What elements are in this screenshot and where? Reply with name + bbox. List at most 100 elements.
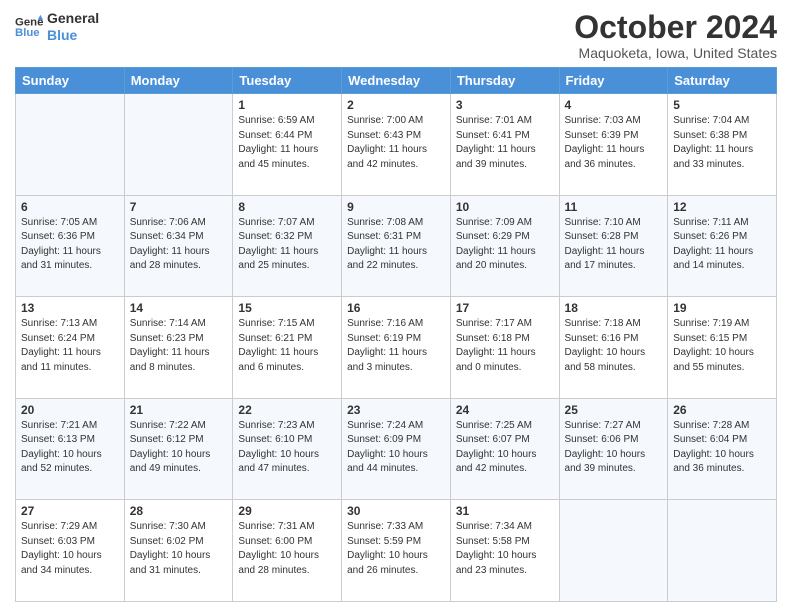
- day-number: 19: [673, 301, 771, 315]
- day-number: 3: [456, 98, 554, 112]
- weekday-header-tuesday: Tuesday: [233, 68, 342, 94]
- day-info: Sunrise: 7:27 AMSunset: 6:06 PMDaylight:…: [565, 419, 663, 477]
- logo: General Blue General Blue: [15, 10, 99, 44]
- calendar-cell: 28 Sunrise: 7:30 AMSunset: 6:02 PMDayligh…: [124, 500, 233, 602]
- calendar-cell: [124, 94, 233, 196]
- day-number: 20: [21, 403, 119, 417]
- location: Maquoketa, Iowa, United States: [574, 45, 777, 61]
- day-number: 31: [456, 504, 554, 518]
- day-info: Sunrise: 7:18 AMSunset: 6:16 PMDaylight:…: [565, 317, 663, 375]
- day-info: Sunrise: 7:01 AMSunset: 6:41 PMDaylight:…: [456, 114, 554, 172]
- day-number: 1: [238, 98, 336, 112]
- calendar-cell: 5 Sunrise: 7:04 AMSunset: 6:38 PMDaylight…: [668, 94, 777, 196]
- calendar-cell: [668, 500, 777, 602]
- day-number: 14: [130, 301, 228, 315]
- day-number: 8: [238, 200, 336, 214]
- day-info: Sunrise: 7:13 AMSunset: 6:24 PMDaylight:…: [21, 317, 119, 375]
- weekday-header-friday: Friday: [559, 68, 668, 94]
- day-info: Sunrise: 7:25 AMSunset: 6:07 PMDaylight:…: [456, 419, 554, 477]
- weekday-header-saturday: Saturday: [668, 68, 777, 94]
- day-number: 4: [565, 98, 663, 112]
- day-info: Sunrise: 7:24 AMSunset: 6:09 PMDaylight:…: [347, 419, 445, 477]
- day-info: Sunrise: 7:15 AMSunset: 6:21 PMDaylight:…: [238, 317, 336, 375]
- day-number: 26: [673, 403, 771, 417]
- day-number: 7: [130, 200, 228, 214]
- calendar-cell: 24Sunrise: 7:25 AMSunset: 6:07 PMDayligh…: [450, 398, 559, 500]
- day-info: Sunrise: 6:59 AMSunset: 6:44 PMDaylight:…: [238, 114, 336, 172]
- day-number: 25: [565, 403, 663, 417]
- calendar-cell: 3 Sunrise: 7:01 AMSunset: 6:41 PMDaylight…: [450, 94, 559, 196]
- calendar-cell: 31 Sunrise: 7:34 AMSunset: 5:58 PMDayligh…: [450, 500, 559, 602]
- day-info: Sunrise: 7:08 AMSunset: 6:31 PMDaylight:…: [347, 216, 445, 274]
- calendar-cell: 15 Sunrise: 7:15 AMSunset: 6:21 PMDayligh…: [233, 297, 342, 399]
- day-number: 2: [347, 98, 445, 112]
- calendar-header-row: SundayMondayTuesdayWednesdayThursdayFrid…: [16, 68, 777, 94]
- calendar-week-2: 6Sunrise: 7:05 AMSunset: 6:36 PMDaylight…: [16, 195, 777, 297]
- calendar-cell: 10Sunrise: 7:09 AMSunset: 6:29 PMDayligh…: [450, 195, 559, 297]
- calendar-cell: 17 Sunrise: 7:17 AMSunset: 6:18 PMDayligh…: [450, 297, 559, 399]
- day-info: Sunrise: 7:04 AMSunset: 6:38 PMDaylight:…: [673, 114, 771, 172]
- day-number: 23: [347, 403, 445, 417]
- page: General Blue General Blue October 2024 M…: [0, 0, 792, 612]
- logo-general: General: [47, 10, 99, 27]
- month-title: October 2024: [574, 10, 777, 45]
- day-number: 17: [456, 301, 554, 315]
- day-number: 22: [238, 403, 336, 417]
- calendar-table: SundayMondayTuesdayWednesdayThursdayFrid…: [15, 67, 777, 602]
- day-info: Sunrise: 7:17 AMSunset: 6:18 PMDaylight:…: [456, 317, 554, 375]
- logo-icon: General Blue: [15, 13, 43, 41]
- calendar-cell: 27 Sunrise: 7:29 AMSunset: 6:03 PMDayligh…: [16, 500, 125, 602]
- weekday-header-monday: Monday: [124, 68, 233, 94]
- day-info: Sunrise: 7:11 AMSunset: 6:26 PMDaylight:…: [673, 216, 771, 274]
- calendar-cell: 29 Sunrise: 7:31 AMSunset: 6:00 PMDayligh…: [233, 500, 342, 602]
- calendar-week-5: 27 Sunrise: 7:29 AMSunset: 6:03 PMDayligh…: [16, 500, 777, 602]
- day-number: 16: [347, 301, 445, 315]
- day-info: Sunrise: 7:29 AMSunset: 6:03 PMDaylight:…: [21, 520, 119, 578]
- weekday-header-sunday: Sunday: [16, 68, 125, 94]
- day-info: Sunrise: 7:33 AMSunset: 5:59 PMDaylight:…: [347, 520, 445, 578]
- day-number: 15: [238, 301, 336, 315]
- day-number: 29: [238, 504, 336, 518]
- calendar-cell: 16 Sunrise: 7:16 AMSunset: 6:19 PMDayligh…: [342, 297, 451, 399]
- day-info: Sunrise: 7:00 AMSunset: 6:43 PMDaylight:…: [347, 114, 445, 172]
- calendar-cell: [16, 94, 125, 196]
- calendar-cell: 6Sunrise: 7:05 AMSunset: 6:36 PMDaylight…: [16, 195, 125, 297]
- calendar-cell: 30Sunrise: 7:33 AMSunset: 5:59 PMDayligh…: [342, 500, 451, 602]
- day-info: Sunrise: 7:28 AMSunset: 6:04 PMDaylight:…: [673, 419, 771, 477]
- day-info: Sunrise: 7:03 AMSunset: 6:39 PMDaylight:…: [565, 114, 663, 172]
- calendar-cell: 23 Sunrise: 7:24 AMSunset: 6:09 PMDayligh…: [342, 398, 451, 500]
- calendar-cell: 13Sunrise: 7:13 AMSunset: 6:24 PMDayligh…: [16, 297, 125, 399]
- svg-text:Blue: Blue: [15, 27, 40, 39]
- weekday-header-wednesday: Wednesday: [342, 68, 451, 94]
- calendar-cell: 1 Sunrise: 6:59 AMSunset: 6:44 PMDaylight…: [233, 94, 342, 196]
- day-info: Sunrise: 7:23 AMSunset: 6:10 PMDaylight:…: [238, 419, 336, 477]
- calendar-cell: 8 Sunrise: 7:07 AMSunset: 6:32 PMDaylight…: [233, 195, 342, 297]
- day-info: Sunrise: 7:16 AMSunset: 6:19 PMDaylight:…: [347, 317, 445, 375]
- title-block: October 2024 Maquoketa, Iowa, United Sta…: [574, 10, 777, 61]
- day-info: Sunrise: 7:05 AMSunset: 6:36 PMDaylight:…: [21, 216, 119, 274]
- logo-blue: Blue: [47, 27, 99, 44]
- day-number: 18: [565, 301, 663, 315]
- day-info: Sunrise: 7:30 AMSunset: 6:02 PMDaylight:…: [130, 520, 228, 578]
- day-info: Sunrise: 7:31 AMSunset: 6:00 PMDaylight:…: [238, 520, 336, 578]
- day-number: 12: [673, 200, 771, 214]
- day-number: 5: [673, 98, 771, 112]
- day-info: Sunrise: 7:34 AMSunset: 5:58 PMDaylight:…: [456, 520, 554, 578]
- calendar-cell: [559, 500, 668, 602]
- calendar-cell: 21Sunrise: 7:22 AMSunset: 6:12 PMDayligh…: [124, 398, 233, 500]
- calendar-cell: 2 Sunrise: 7:00 AMSunset: 6:43 PMDaylight…: [342, 94, 451, 196]
- day-info: Sunrise: 7:10 AMSunset: 6:28 PMDaylight:…: [565, 216, 663, 274]
- calendar-cell: 26 Sunrise: 7:28 AMSunset: 6:04 PMDayligh…: [668, 398, 777, 500]
- calendar-week-3: 13Sunrise: 7:13 AMSunset: 6:24 PMDayligh…: [16, 297, 777, 399]
- day-info: Sunrise: 7:09 AMSunset: 6:29 PMDaylight:…: [456, 216, 554, 274]
- calendar-week-4: 20 Sunrise: 7:21 AMSunset: 6:13 PMDayligh…: [16, 398, 777, 500]
- calendar-cell: 7Sunrise: 7:06 AMSunset: 6:34 PMDaylight…: [124, 195, 233, 297]
- day-info: Sunrise: 7:07 AMSunset: 6:32 PMDaylight:…: [238, 216, 336, 274]
- day-info: Sunrise: 7:14 AMSunset: 6:23 PMDaylight:…: [130, 317, 228, 375]
- day-number: 28: [130, 504, 228, 518]
- calendar-cell: 11Sunrise: 7:10 AMSunset: 6:28 PMDayligh…: [559, 195, 668, 297]
- day-info: Sunrise: 7:21 AMSunset: 6:13 PMDaylight:…: [21, 419, 119, 477]
- calendar-cell: 19 Sunrise: 7:19 AMSunset: 6:15 PMDayligh…: [668, 297, 777, 399]
- day-info: Sunrise: 7:19 AMSunset: 6:15 PMDaylight:…: [673, 317, 771, 375]
- day-number: 27: [21, 504, 119, 518]
